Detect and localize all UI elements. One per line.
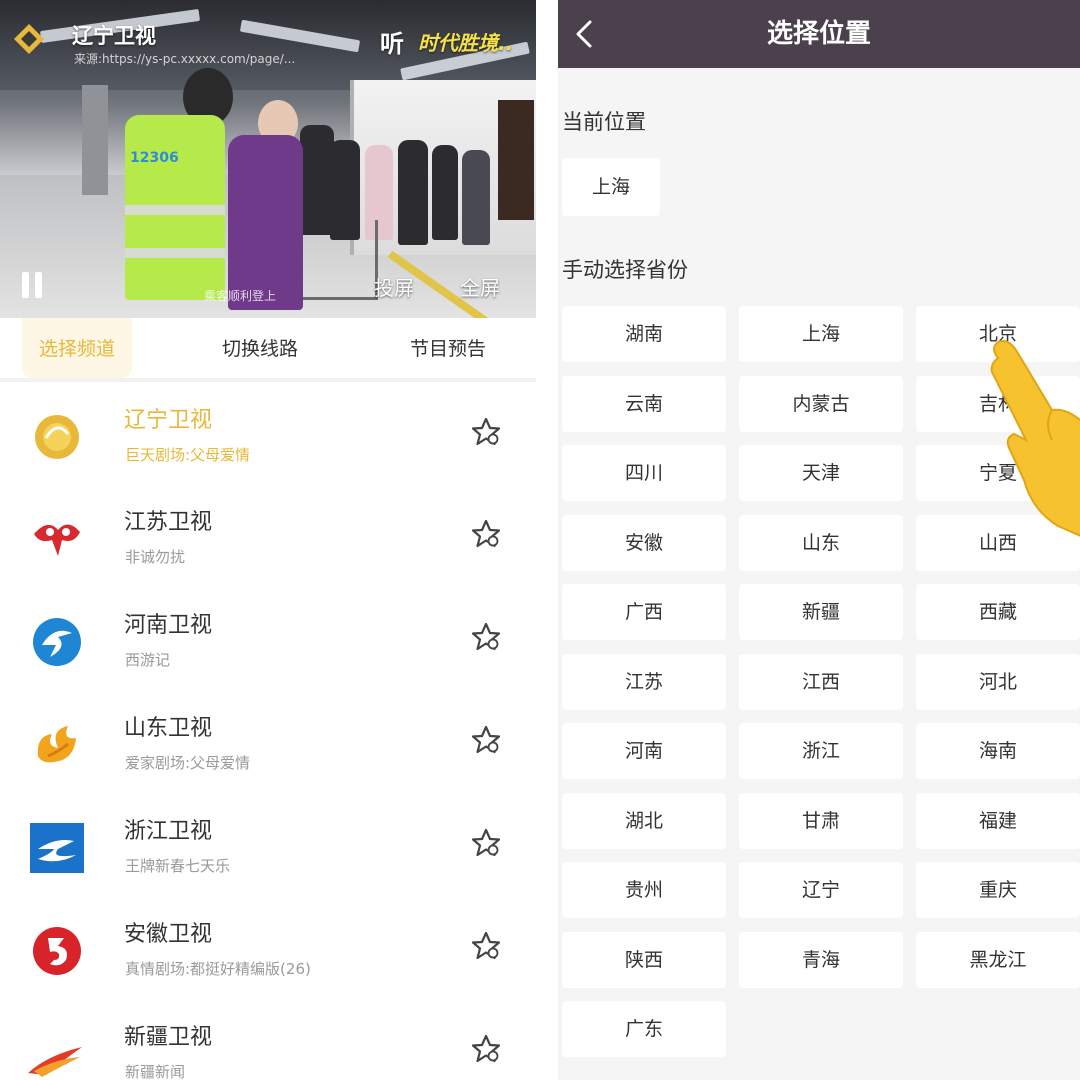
tab-program-guide[interactable]: 节目预告 [388, 318, 508, 378]
channel-row-zhejiang[interactable]: 浙江卫视 王牌新春七天乐 [0, 797, 536, 899]
province-option[interactable]: 安徽 [562, 515, 726, 571]
vest-stripe [125, 205, 225, 215]
listen-badge: 时代胜境.. [418, 31, 514, 55]
channel-program: 非诚勿扰 [125, 548, 186, 566]
channel-name: 安徽卫视 [124, 922, 213, 947]
station-pillar [82, 85, 108, 195]
province-option[interactable]: 青海 [739, 932, 903, 988]
channel-program: 王牌新春七天乐 [125, 857, 231, 875]
tab-switch-line[interactable]: 切换线路 [200, 318, 320, 378]
province-option[interactable]: 贵州 [562, 862, 726, 918]
province-option[interactable]: 福建 [916, 793, 1080, 849]
passenger [432, 145, 458, 240]
channel-logo-icon [14, 24, 44, 54]
province-option[interactable]: 陕西 [562, 932, 726, 988]
favorite-star-icon[interactable] [470, 518, 502, 550]
province-option[interactable]: 西藏 [916, 584, 1080, 640]
province-option[interactable]: 新疆 [739, 584, 903, 640]
channel-row-shandong[interactable]: 山东卫视 爱家剧场:父母爱情 [0, 694, 536, 796]
train-door [498, 100, 534, 220]
province-option[interactable]: 湖南 [562, 306, 726, 362]
province-option[interactable]: 河南 [562, 723, 726, 779]
favorite-star-icon[interactable] [470, 621, 502, 653]
channel-program: 巨天剧场:父母爱情 [125, 446, 251, 464]
henan-logo-icon [33, 618, 81, 666]
current-location-label: 当前位置 [562, 110, 646, 134]
channel-name: 江苏卫视 [124, 510, 213, 535]
favorite-star-icon[interactable] [470, 930, 502, 962]
channel-program: 爱家剧场:父母爱情 [125, 754, 251, 772]
video-source-text: 来源:https://ys-pc.xxxxx.com/page/... [74, 52, 296, 66]
channel-name: 浙江卫视 [124, 819, 213, 844]
passenger [398, 140, 428, 245]
back-arrow-icon[interactable] [568, 16, 600, 52]
favorite-star-icon[interactable] [470, 1033, 502, 1065]
manual-province-label: 手动选择省份 [562, 258, 688, 282]
favorite-star-icon[interactable] [470, 827, 502, 859]
province-option[interactable]: 河北 [916, 654, 1080, 710]
channel-name: 河南卫视 [124, 613, 213, 638]
channel-program: 西游记 [125, 651, 171, 669]
pause-icon [35, 272, 42, 298]
province-option[interactable]: 四川 [562, 445, 726, 501]
channel-row-anhui[interactable]: 安徽卫视 真情剧场:都挺好精编版(26) [0, 900, 536, 1002]
province-option[interactable]: 内蒙古 [739, 376, 903, 432]
province-option[interactable]: 广东 [562, 1001, 726, 1057]
listen-button[interactable]: 听 [380, 24, 404, 59]
channel-row-henan[interactable]: 河南卫视 西游记 [0, 591, 536, 693]
province-option[interactable]: 重庆 [916, 862, 1080, 918]
channel-name: 辽宁卫视 [124, 408, 213, 433]
current-location-button[interactable]: 上海 [562, 158, 660, 216]
xinjiang-logo-icon [28, 1047, 82, 1077]
province-option[interactable]: 上海 [739, 306, 903, 362]
channel-program: 新疆新闻 [125, 1063, 186, 1080]
tab-select-channel[interactable]: 选择频道 [22, 318, 132, 378]
vest-stripe [125, 248, 225, 258]
favorite-star-icon[interactable] [470, 724, 502, 756]
location-header: 选择位置 [558, 0, 1080, 68]
zhejiang-logo-icon [30, 823, 84, 873]
anhui-logo-icon [33, 927, 81, 975]
province-option[interactable]: 湖北 [562, 793, 726, 849]
province-option[interactable]: 天津 [739, 445, 903, 501]
channel-tabs: 选择频道 切换线路 节目预告 [0, 318, 536, 382]
province-option[interactable]: 海南 [916, 723, 1080, 779]
passenger [462, 150, 490, 245]
pause-icon [22, 272, 29, 298]
province-option[interactable]: 甘肃 [739, 793, 903, 849]
video-caption: 乘客顺利登上 [204, 289, 277, 303]
fullscreen-button[interactable]: 全屏 [460, 272, 500, 301]
pause-button[interactable] [20, 272, 46, 300]
channel-row-jiangsu[interactable]: 江苏卫视 非诚勿扰 [0, 488, 536, 590]
liaoning-logo-icon [35, 415, 79, 459]
province-option[interactable]: 辽宁 [739, 862, 903, 918]
video-channel-title: 辽宁卫视 [72, 24, 156, 48]
province-option[interactable]: 浙江 [739, 723, 903, 779]
favorite-star-icon[interactable] [470, 416, 502, 448]
province-option[interactable]: 江西 [739, 654, 903, 710]
province-option[interactable]: 云南 [562, 376, 726, 432]
province-option[interactable]: 山东 [739, 515, 903, 571]
location-picker-panel: 选择位置 当前位置 上海 手动选择省份 湖南 上海 北京 云南 内蒙古 吉林 四川 天津 宁夏安… [558, 0, 1080, 1080]
province-option[interactable]: 黑龙江 [916, 932, 1080, 988]
cast-button[interactable]: 投屏 [374, 272, 414, 301]
luggage-cart [298, 220, 378, 300]
shandong-logo-icon [37, 726, 76, 763]
pointing-hand-icon [990, 340, 1080, 537]
ceiling-light [239, 19, 361, 53]
channel-name: 新疆卫视 [124, 1025, 213, 1050]
passenger [300, 125, 334, 235]
jiangsu-logo-icon [34, 524, 80, 556]
channel-row-liaoning[interactable]: 辽宁卫视 巨天剧场:父母爱情 [0, 386, 536, 488]
train-attendant [228, 135, 303, 310]
channel-program: 真情剧场:都挺好精编版(26) [125, 960, 311, 978]
video-player[interactable]: 12306 辽宁卫视 来源:https://ys-pc.xxxxx.com/pa… [0, 0, 536, 318]
tv-app-panel: 12306 辽宁卫视 来源:https://ys-pc.xxxxx.com/pa… [0, 0, 536, 1080]
page-title: 选择位置 [766, 19, 871, 49]
vest-text: 12306 [130, 150, 179, 166]
province-option[interactable]: 广西 [562, 584, 726, 640]
channel-row-xinjiang[interactable]: 新疆卫视 新疆新闻 [0, 1003, 536, 1080]
channel-name: 山东卫视 [124, 716, 213, 741]
province-option[interactable]: 江苏 [562, 654, 726, 710]
